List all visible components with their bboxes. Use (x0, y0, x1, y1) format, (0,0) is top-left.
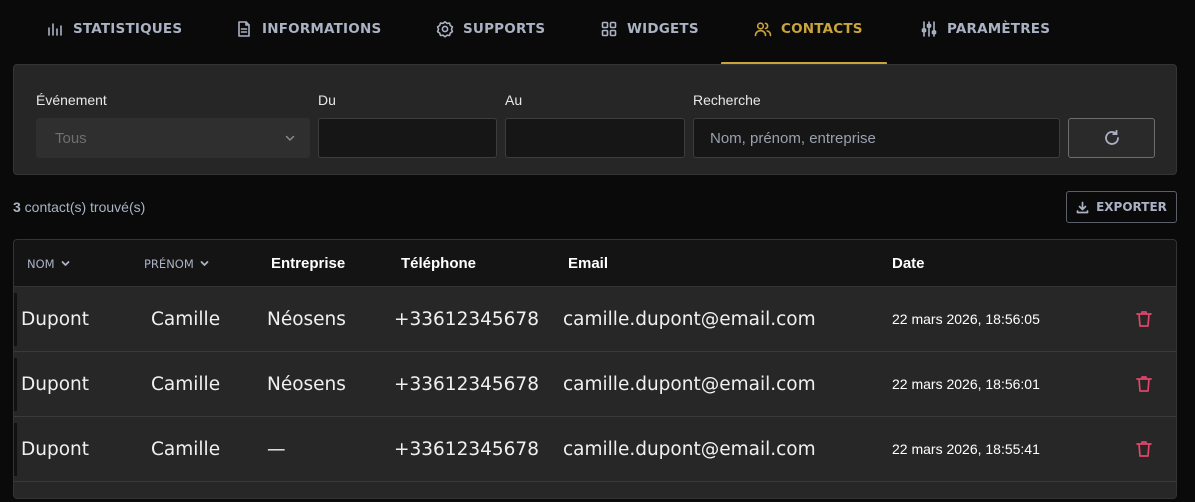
cell-prenom: Camille (151, 438, 221, 460)
filter-panel: Événement Tous Du Au Recherche Nom, prén… (13, 64, 1177, 175)
event-select-value: Tous (55, 129, 87, 147)
chevron-down-icon (285, 135, 295, 142)
delete-button[interactable] (1134, 439, 1154, 459)
cell-prenom: Camille (151, 308, 221, 330)
cell-entreprise: Néosens (267, 308, 346, 330)
cell-prenom: Camille (151, 373, 221, 395)
delete-button[interactable] (1134, 309, 1154, 329)
export-label: EXPORTER (1096, 200, 1167, 214)
refresh-button[interactable] (1068, 118, 1155, 158)
sliders-icon (921, 21, 937, 37)
cell-date: 22 mars 2026, 18:56:05 (892, 311, 1040, 327)
table-header: NOM PRÉNOM Entreprise Téléphone Email Da… (14, 240, 1176, 287)
table-row-partial (14, 482, 1176, 498)
cell-telephone: +33612345678 (394, 438, 539, 460)
search-label: Recherche (693, 92, 761, 108)
cell-telephone: +33612345678 (394, 373, 539, 395)
cell-nom: Dupont (21, 438, 90, 460)
tab-widgets[interactable]: WIDGETS (600, 0, 699, 66)
cell-nom: Dupont (21, 373, 90, 395)
cell-date: 22 mars 2026, 18:55:41 (892, 441, 1040, 457)
table-row: Dupont Camille — +33612345678 camille.du… (14, 417, 1176, 482)
cell-email: camille.dupont@email.com (563, 373, 816, 395)
results-count-number: 3 (13, 199, 21, 215)
chevron-down-icon (61, 261, 69, 266)
to-date-input[interactable] (505, 118, 685, 158)
tab-label: STATISTIQUES (73, 21, 183, 37)
results-count: 3 contact(s) trouvé(s) (13, 199, 145, 215)
delete-button[interactable] (1134, 374, 1154, 394)
search-placeholder: Nom, prénom, entreprise (710, 129, 876, 147)
refresh-icon (1104, 129, 1119, 145)
column-header-nom[interactable]: NOM (27, 240, 70, 287)
results-count-text: contact(s) trouvé(s) (20, 199, 146, 215)
tab-bar: STATISTIQUES INFORMATIONS SUPPORTS WIDGE… (0, 0, 1195, 66)
cell-entreprise: — (267, 438, 286, 460)
export-button[interactable]: EXPORTER (1066, 191, 1177, 223)
column-header-label: PRÉNOM (144, 256, 194, 271)
column-header-date: Date (892, 255, 925, 272)
search-input[interactable]: Nom, prénom, entreprise (693, 118, 1060, 158)
tab-label: SUPPORTS (463, 21, 546, 37)
column-header-entreprise: Entreprise (271, 255, 346, 272)
event-select[interactable]: Tous (36, 118, 310, 158)
tab-label: CONTACTS (781, 21, 863, 37)
tab-informations[interactable]: INFORMATIONS (235, 0, 381, 66)
document-icon (238, 21, 250, 37)
chevron-down-icon (200, 261, 209, 266)
contacts-table: NOM PRÉNOM Entreprise Téléphone Email Da… (13, 239, 1177, 499)
badge-icon (436, 21, 454, 38)
table-row: Dupont Camille Néosens +33612345678 cami… (14, 352, 1176, 417)
tab-supports[interactable]: SUPPORTS (436, 0, 545, 66)
to-date-label: Au (505, 92, 523, 108)
cell-email: camille.dupont@email.com (563, 308, 816, 330)
tab-label: INFORMATIONS (262, 21, 382, 37)
trash-icon (1136, 441, 1152, 457)
column-header-email: Email (568, 255, 609, 272)
trash-icon (1136, 376, 1152, 392)
column-header-label: NOM (27, 256, 55, 271)
column-header-telephone: Téléphone (401, 255, 477, 272)
tab-contacts[interactable]: CONTACTS (754, 0, 863, 66)
tab-label: WIDGETS (627, 21, 699, 37)
cell-nom: Dupont (21, 308, 90, 330)
download-icon (1076, 201, 1089, 213)
from-date-input[interactable] (318, 118, 497, 158)
trash-icon (1136, 311, 1152, 327)
event-filter-label: Événement (36, 92, 107, 108)
cell-email: camille.dupont@email.com (563, 438, 816, 460)
tab-parametres[interactable]: PARAMÈTRES (920, 0, 1050, 66)
cell-telephone: +33612345678 (394, 308, 539, 330)
column-header-prenom[interactable]: PRÉNOM (144, 240, 209, 287)
from-date-label: Du (318, 92, 336, 108)
tab-label: PARAMÈTRES (947, 21, 1051, 37)
table-row: Dupont Camille Néosens +33612345678 cami… (14, 287, 1176, 352)
bar-chart-icon (48, 23, 62, 36)
grid-icon (601, 21, 617, 37)
cell-entreprise: Néosens (267, 373, 346, 395)
tab-statistiques[interactable]: STATISTIQUES (46, 0, 182, 66)
cell-date: 22 mars 2026, 18:56:01 (892, 376, 1040, 392)
users-icon (754, 22, 772, 37)
